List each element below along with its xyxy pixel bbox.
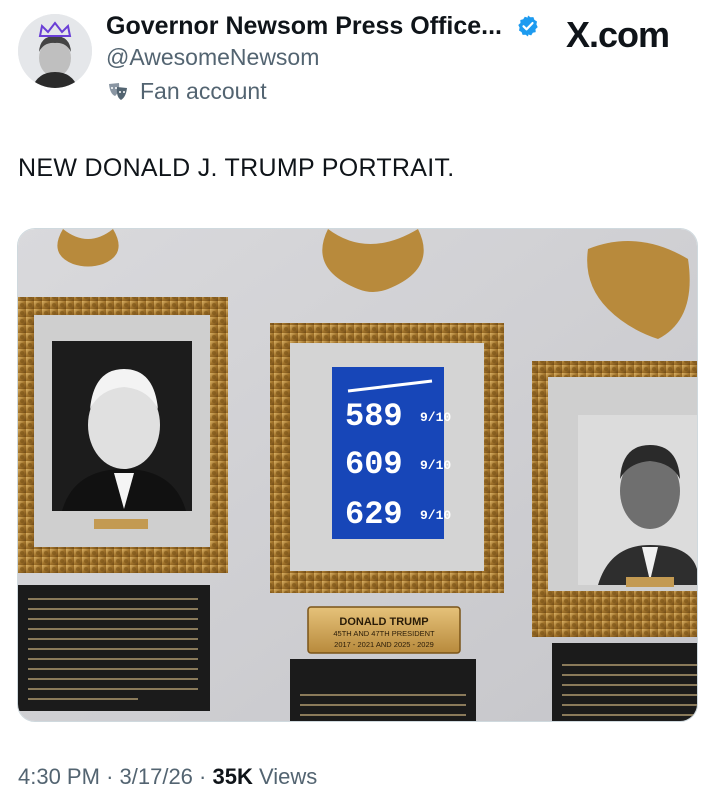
gas-fraction-3: 9/10 — [420, 508, 451, 523]
gas-fraction-2: 9/10 — [420, 458, 451, 473]
tweet-text: NEW DONALD J. TRUMP PORTRAIT. — [18, 154, 455, 182]
avatar[interactable] — [18, 14, 92, 88]
tweet-date[interactable]: 3/17/26 — [120, 764, 193, 789]
verified-badge-icon — [518, 15, 538, 37]
fan-account-label: Fan account — [106, 78, 267, 105]
theater-mask-icon — [109, 82, 127, 100]
views-count[interactable]: 35K — [213, 764, 253, 789]
nameplate-title: 45TH AND 47TH PRESIDENT — [333, 629, 435, 638]
tweet-meta: 4:30 PM · 3/17/26 · 35K Views — [18, 764, 317, 790]
right-plaque — [552, 643, 697, 721]
gas-price-1: 589 — [345, 398, 403, 435]
meta-separator: · — [199, 764, 207, 789]
platform-label: X.com — [566, 14, 670, 55]
gas-fraction-1: 9/10 — [420, 410, 451, 425]
meta-separator: · — [106, 764, 114, 789]
tweet-photo[interactable]: 589 609 629 9/10 9/10 9/10 DONALD TRUMP … — [17, 228, 698, 722]
handle[interactable]: @AwesomeNewsom — [106, 44, 319, 71]
avatar-image — [18, 14, 92, 88]
gas-price-3: 629 — [345, 496, 403, 533]
display-name[interactable]: Governor Newsom Press Office... — [106, 12, 502, 41]
nameplate-years: 2017 - 2021 AND 2025 - 2029 — [334, 640, 434, 649]
gas-price-2: 609 — [345, 446, 403, 483]
tweet-time[interactable]: 4:30 PM — [18, 764, 100, 789]
center-plaque — [290, 659, 476, 721]
nameplate-name: DONALD TRUMP — [339, 616, 428, 628]
fan-account-text: Fan account — [140, 78, 267, 104]
photo-scene: 589 609 629 9/10 9/10 9/10 DONALD TRUMP … — [18, 229, 697, 721]
views-label: Views — [258, 764, 318, 789]
